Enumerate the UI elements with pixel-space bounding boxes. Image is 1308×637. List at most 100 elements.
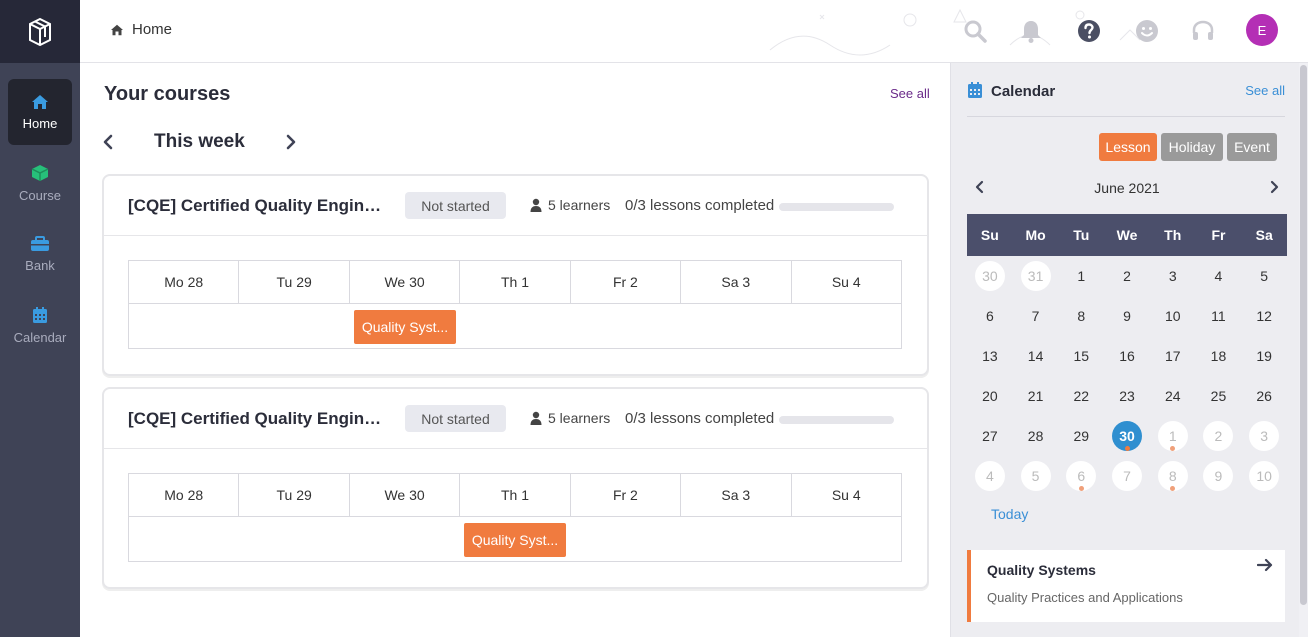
course-title[interactable]: [CQE] Certified Quality Engine... — [128, 409, 386, 429]
scrollbar[interactable] — [1299, 63, 1308, 637]
calendar-day[interactable]: 2 — [1104, 256, 1150, 296]
calendar-day[interactable]: 10 — [1241, 456, 1287, 496]
calendar-day[interactable]: 23 — [1104, 376, 1150, 416]
calendar-day[interactable]: 1 — [1150, 416, 1196, 456]
calendar-day-number: 20 — [982, 388, 998, 404]
calendar-day[interactable]: 11 — [1196, 296, 1242, 336]
weekday-label: Su — [980, 227, 999, 243]
calendar-day[interactable]: 22 — [1058, 376, 1104, 416]
upcoming-lesson-card[interactable]: Quality Systems Quality Practices and Ap… — [967, 550, 1285, 622]
calendar-week-row: 30 31 1 2 3 4 5 — [967, 256, 1287, 296]
calendar-panel: Calendar See all Lesson Holiday Event Ju… — [950, 63, 1308, 637]
user-icon — [530, 198, 542, 212]
notifications-button[interactable] — [1016, 16, 1046, 46]
headset-icon — [1192, 20, 1214, 40]
calendar-day[interactable]: 21 — [1013, 376, 1059, 416]
help-button[interactable] — [1074, 16, 1104, 46]
see-all-courses-link[interactable]: See all — [890, 86, 930, 101]
calendar-day[interactable]: 3 — [1150, 256, 1196, 296]
week-navigator: This week — [102, 131, 297, 153]
calendar-day[interactable]: 5 — [1241, 256, 1287, 296]
sidebar-item-bank[interactable]: Bank — [8, 221, 72, 287]
filter-lesson-button[interactable]: Lesson — [1099, 133, 1157, 161]
search-button[interactable] — [960, 16, 990, 46]
calendar-day[interactable]: 10 — [1150, 296, 1196, 336]
day-header: Fr 2 — [571, 261, 682, 303]
sidebar-item-calendar[interactable]: Calendar — [8, 292, 72, 358]
calendar-day[interactable]: 2 — [1196, 416, 1242, 456]
learners-label: 5 learners — [548, 197, 611, 213]
calendar-day[interactable]: 8 — [1058, 296, 1104, 336]
calendar-day[interactable]: 30 — [967, 256, 1013, 296]
calendar-day-number: 4 — [1214, 268, 1223, 284]
calendar-day[interactable]: 18 — [1196, 336, 1242, 376]
course-title[interactable]: [CQE] Certified Quality Engine... — [128, 196, 386, 216]
calendar-icon — [33, 306, 47, 323]
sidebar-item-home[interactable]: Home — [8, 79, 72, 145]
calendar-day[interactable]: 26 — [1241, 376, 1287, 416]
calendar-day[interactable]: 3 — [1241, 416, 1287, 456]
calendar-day-today[interactable]: 30 — [1104, 416, 1150, 456]
calendar-day[interactable]: 31 — [1013, 256, 1059, 296]
calendar-day[interactable]: 20 — [967, 376, 1013, 416]
home-icon — [111, 24, 123, 35]
today-link[interactable]: Today — [991, 506, 1028, 522]
course-card[interactable]: [CQE] Certified Quality Engine... Not st… — [102, 174, 929, 376]
calendar-day-number: 1 — [1077, 268, 1086, 284]
day-header: Th 1 — [460, 261, 571, 303]
calendar-day[interactable]: 8 — [1150, 456, 1196, 496]
arrow-right-icon[interactable] — [1257, 558, 1273, 572]
see-all-calendar-link[interactable]: See all — [1245, 83, 1285, 98]
calendar-day[interactable]: 25 — [1196, 376, 1242, 416]
calendar-day[interactable]: 27 — [967, 416, 1013, 456]
lesson-dot — [1078, 486, 1084, 491]
filter-holiday-button[interactable]: Holiday — [1161, 133, 1223, 161]
calendar-day[interactable]: 15 — [1058, 336, 1104, 376]
learners-label: 5 learners — [548, 410, 611, 426]
calendar-day[interactable]: 6 — [1058, 456, 1104, 496]
chevron-left-icon[interactable] — [102, 134, 114, 150]
feedback-button[interactable] — [1132, 16, 1162, 46]
calendar-day[interactable]: 4 — [1196, 256, 1242, 296]
calendar-day[interactable]: 29 — [1058, 416, 1104, 456]
course-card-header: [CQE] Certified Quality Engine... Not st… — [104, 389, 927, 449]
calendar-day-number: 23 — [1119, 388, 1135, 404]
course-card[interactable]: [CQE] Certified Quality Engine... Not st… — [102, 387, 929, 589]
calendar-day-number: 9 — [1203, 461, 1234, 491]
avatar[interactable]: E — [1246, 14, 1278, 46]
calendar-day[interactable]: 1 — [1058, 256, 1104, 296]
main-content: Your courses See all This week [CQE] Cer… — [80, 63, 950, 637]
calendar-day[interactable]: 7 — [1013, 296, 1059, 336]
scrollbar-thumb[interactable] — [1300, 65, 1307, 605]
support-button[interactable] — [1188, 16, 1218, 46]
calendar-day[interactable]: 16 — [1104, 336, 1150, 376]
calendar-day-number: 16 — [1119, 348, 1135, 364]
upcoming-lesson-subtitle: Quality Practices and Applications — [987, 590, 1183, 605]
chevron-right-icon[interactable] — [285, 134, 297, 150]
calendar-day[interactable]: 9 — [1104, 296, 1150, 336]
calendar-day[interactable]: 12 — [1241, 296, 1287, 336]
calendar-day[interactable]: 17 — [1150, 336, 1196, 376]
calendar-day[interactable]: 5 — [1013, 456, 1059, 496]
calendar-day[interactable]: 28 — [1013, 416, 1059, 456]
calendar-day-number: 13 — [982, 348, 998, 364]
breadcrumb[interactable]: Home — [110, 21, 172, 38]
calendar-day[interactable]: 24 — [1150, 376, 1196, 416]
app-logo[interactable] — [0, 0, 80, 63]
calendar-day[interactable]: 19 — [1241, 336, 1287, 376]
filter-event-button[interactable]: Event — [1227, 133, 1277, 161]
weekday-header-row: Su Mo Tu We Th Fr Sa — [967, 214, 1287, 256]
lesson-chip[interactable]: Quality Syst... — [464, 523, 566, 557]
chevron-right-icon[interactable] — [1269, 180, 1279, 194]
calendar-day-number: 10 — [1164, 308, 1181, 324]
calendar-day[interactable]: 7 — [1104, 456, 1150, 496]
calendar-day[interactable]: 6 — [967, 296, 1013, 336]
calendar-day[interactable]: 9 — [1196, 456, 1242, 496]
lesson-chip[interactable]: Quality Syst... — [354, 310, 456, 344]
calendar-day-number: 11 — [1211, 308, 1226, 324]
lessons-completed: 0/3 lessons completed — [625, 197, 775, 214]
calendar-day[interactable]: 14 — [1013, 336, 1059, 376]
calendar-day[interactable]: 13 — [967, 336, 1013, 376]
sidebar-item-course[interactable]: Course — [8, 150, 72, 216]
calendar-day[interactable]: 4 — [967, 456, 1013, 496]
